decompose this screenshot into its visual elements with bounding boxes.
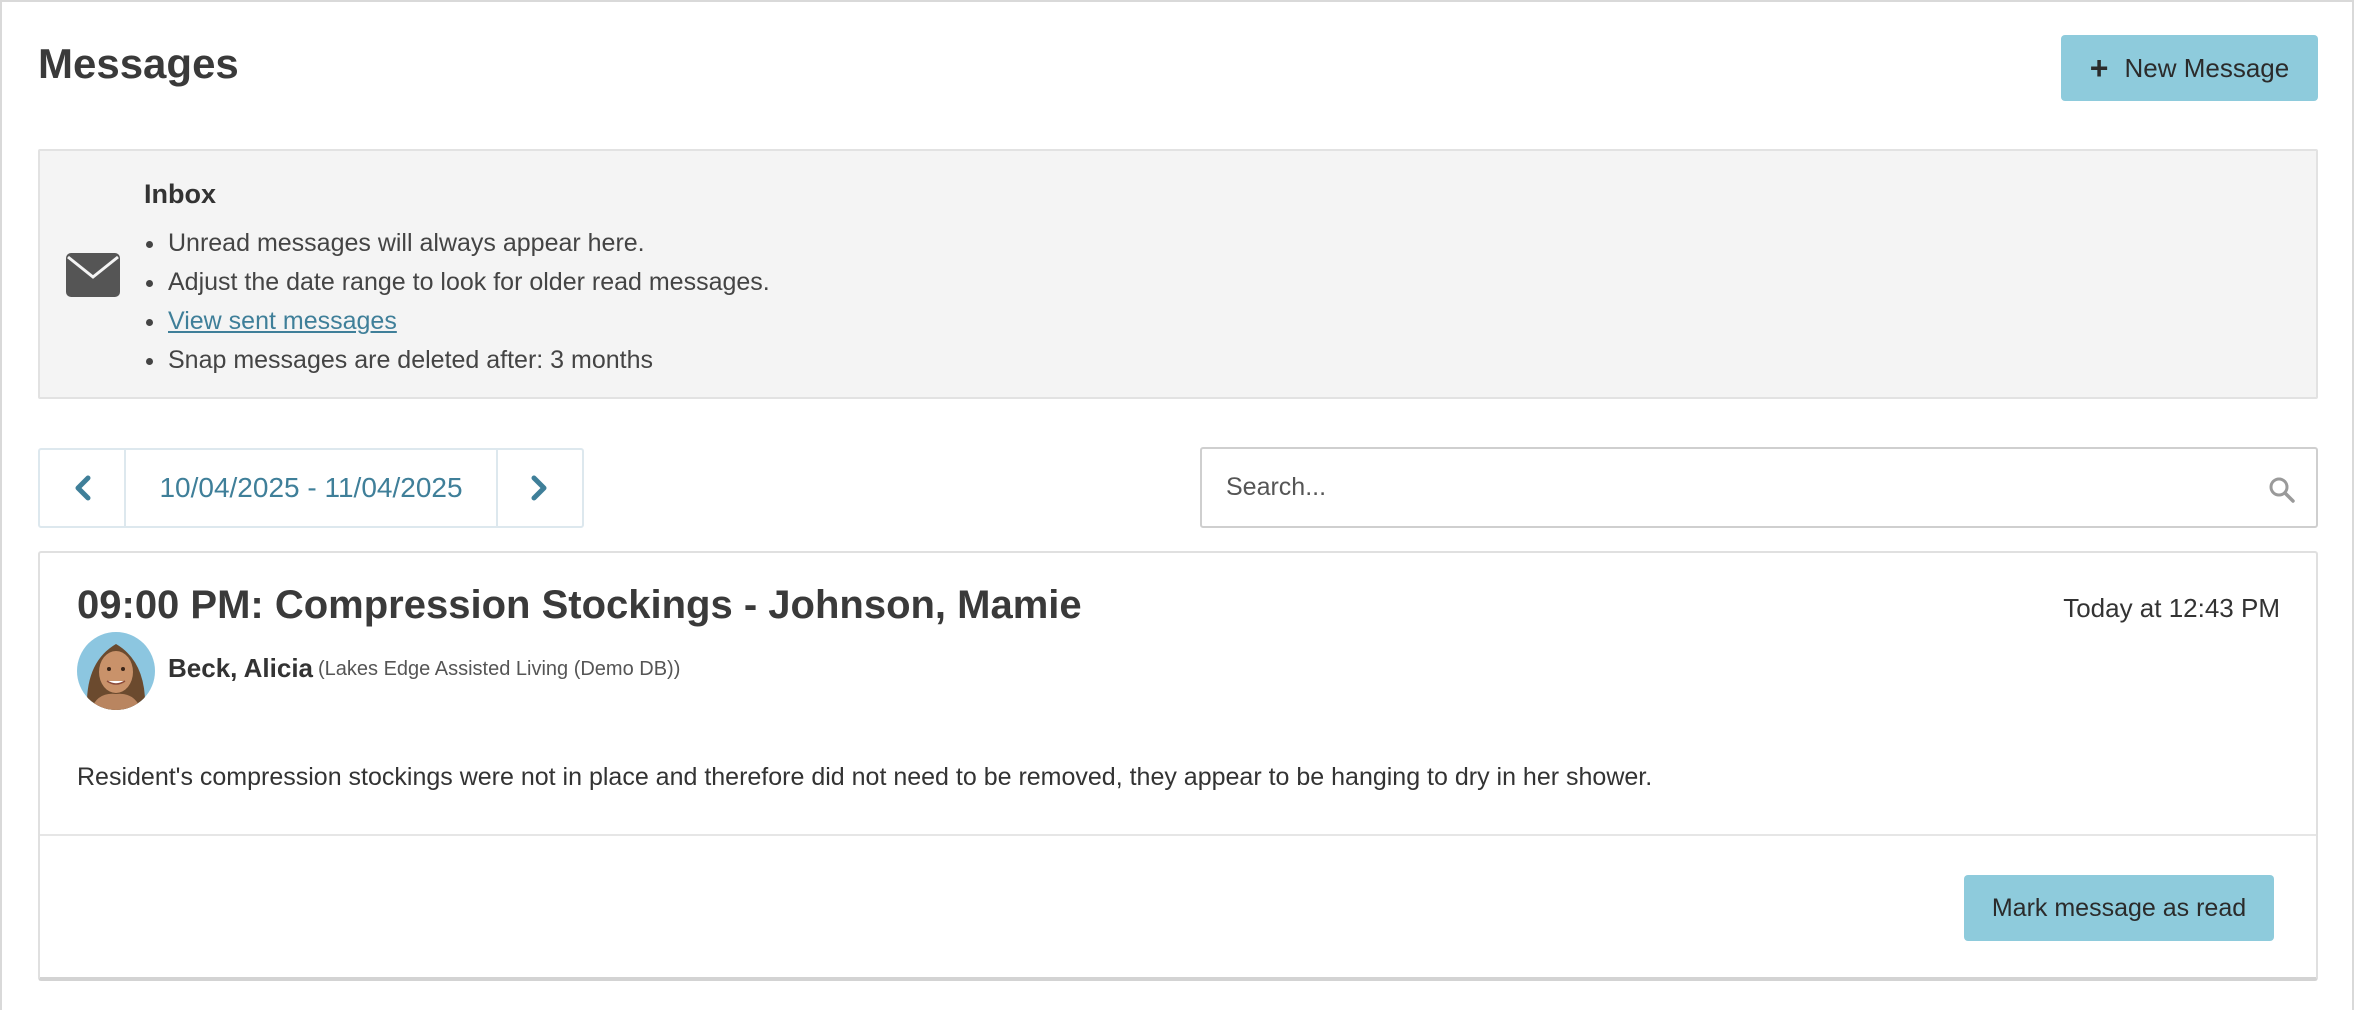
view-sent-messages-link[interactable]: View sent messages <box>168 307 397 335</box>
sender-name: Beck, Alicia <box>168 653 314 683</box>
previous-range-button[interactable] <box>40 450 126 526</box>
next-range-button[interactable] <box>496 450 582 526</box>
new-message-button[interactable]: + New Message <box>2061 35 2318 101</box>
info-sent-item: View sent messages <box>146 302 770 341</box>
message-body: Resident's compression stockings were no… <box>77 763 1653 791</box>
inbox-info-panel: Inbox Unread messages will always appear… <box>38 149 2318 399</box>
message-title[interactable]: 09:00 PM: Compression Stockings - Johnso… <box>77 583 1082 628</box>
avatar <box>77 632 155 710</box>
chevron-left-icon <box>75 475 91 501</box>
page-title: Messages <box>38 40 239 87</box>
divider <box>40 834 2316 836</box>
info-unread-note: Unread messages will always appear here. <box>146 224 770 263</box>
search-box <box>1200 447 2318 528</box>
envelope-icon <box>66 253 120 297</box>
date-range-label[interactable]: 10/04/2025 - 11/04/2025 <box>126 450 496 526</box>
date-range-navigator: 10/04/2025 - 11/04/2025 <box>38 448 584 528</box>
new-message-label: New Message <box>2124 52 2290 83</box>
info-date-range-note: Adjust the date range to look for older … <box>146 263 770 302</box>
inbox-info-list: Unread messages will always appear here.… <box>146 224 770 380</box>
sender-organization: (Lakes Edge Assisted Living (Demo DB)) <box>318 658 681 680</box>
plus-icon: + <box>2089 50 2109 86</box>
chevron-right-icon <box>531 475 547 501</box>
mark-as-read-button[interactable]: Mark message as read <box>1964 875 2274 941</box>
search-input[interactable] <box>1202 449 2316 526</box>
info-snap-note: Snap messages are deleted after: 3 month… <box>146 341 770 380</box>
message-timestamp: Today at 12:43 PM <box>2063 593 2280 623</box>
inbox-title: Inbox <box>144 179 216 209</box>
message-card: 09:00 PM: Compression Stockings - Johnso… <box>38 551 2318 981</box>
sender-avatar-image <box>77 632 155 710</box>
search-icon[interactable] <box>2268 476 2296 504</box>
